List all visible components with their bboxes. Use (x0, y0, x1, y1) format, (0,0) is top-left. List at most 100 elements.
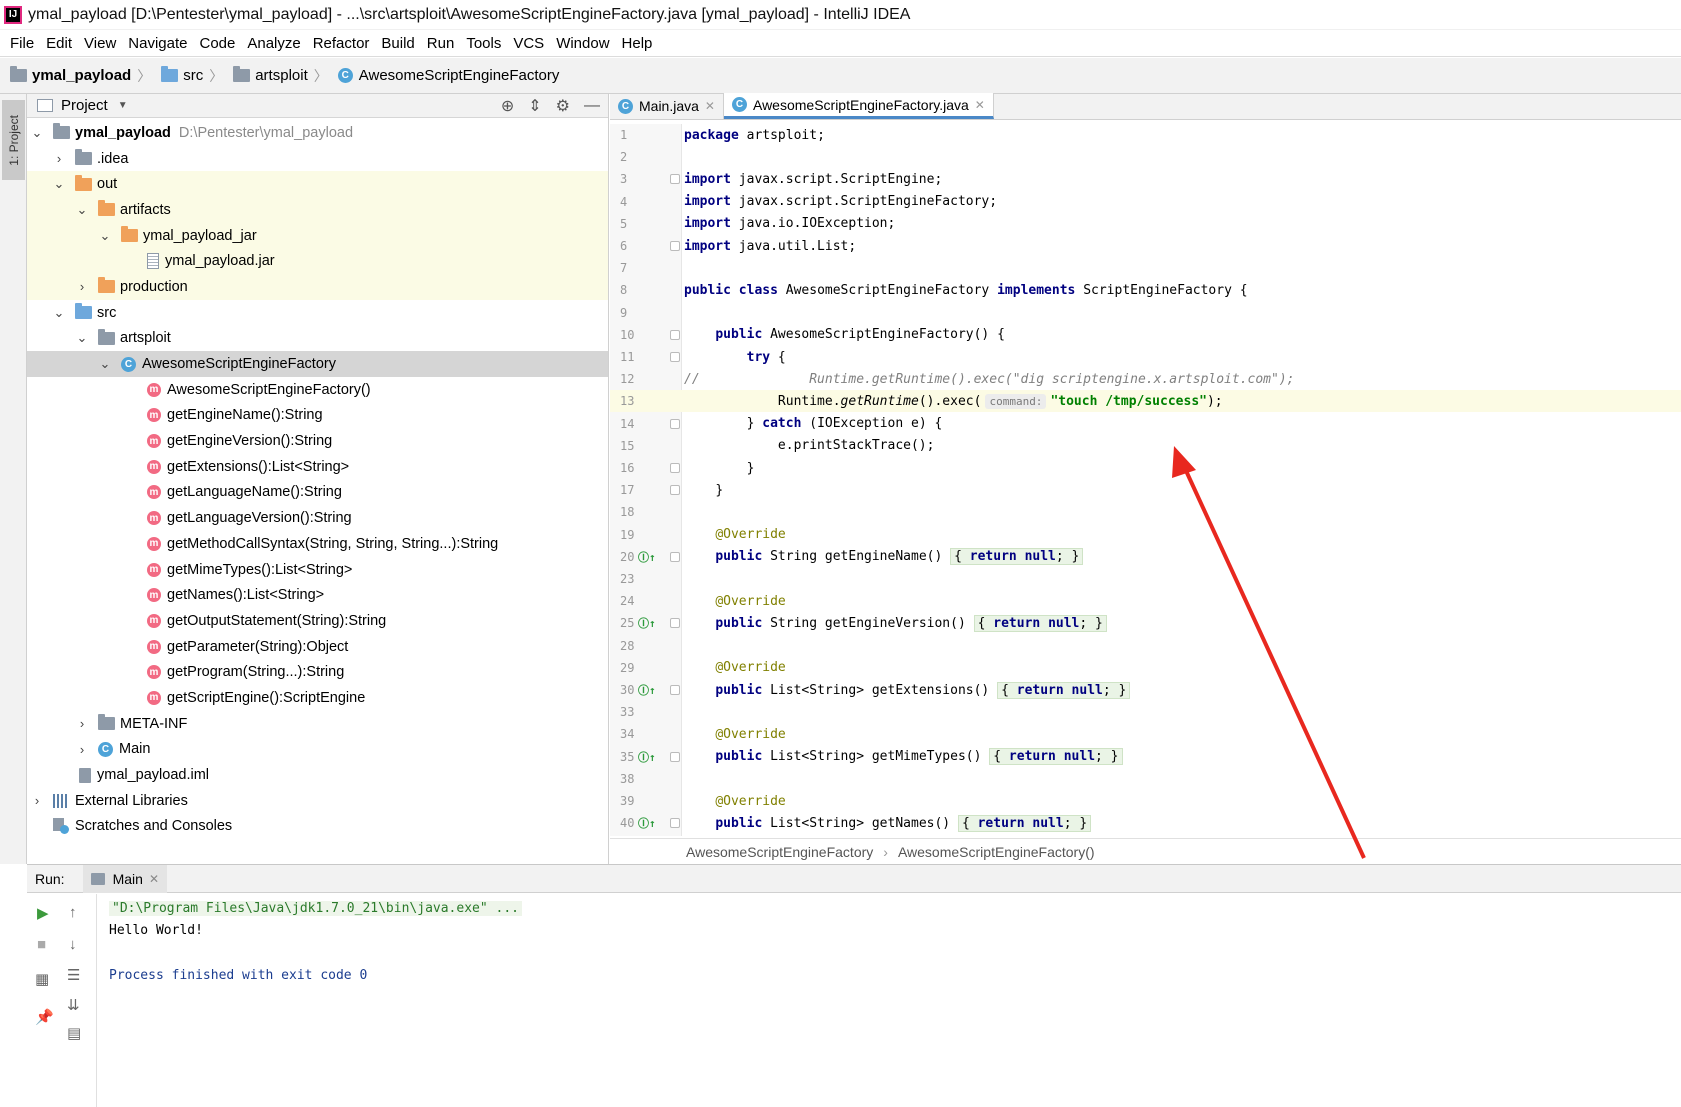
menu-tools[interactable]: Tools (460, 35, 507, 52)
chevron-down-icon[interactable]: ⌄ (76, 330, 88, 346)
folded-body[interactable]: { return null; } (957, 814, 1092, 832)
tree-item-method[interactable]: m getLanguageName():String (27, 480, 608, 506)
tree-item-out[interactable]: ⌄ out (27, 171, 608, 198)
close-icon[interactable]: ✕ (705, 99, 715, 113)
tree-item-idea[interactable]: › .idea (27, 146, 608, 172)
fold-marker-icon[interactable] (670, 685, 680, 695)
chevron-down-icon[interactable]: ▼ (118, 100, 128, 111)
nav-crumb-src[interactable]: src 〉 (161, 66, 227, 86)
editor-crumb-method[interactable]: AwesomeScriptEngineFactory() (898, 844, 1095, 860)
fold-marker-icon[interactable] (670, 329, 680, 340)
console-output[interactable]: "D:\Program Files\Java\jdk1.7.0_21\bin\j… (109, 897, 522, 987)
fold-marker-icon[interactable] (670, 485, 680, 496)
fold-marker-icon[interactable] (670, 418, 680, 429)
tree-item-jar-file[interactable]: ymal_payload.jar (27, 248, 608, 275)
chevron-down-icon[interactable]: ⌄ (99, 228, 111, 244)
minimize-icon[interactable]: — (584, 97, 600, 115)
tree-item-class-selected[interactable]: ⌄ C AwesomeScriptEngineFactory (27, 351, 608, 377)
menu-view[interactable]: View (78, 35, 122, 52)
menu-edit[interactable]: Edit (40, 35, 78, 52)
fold-marker-icon[interactable] (670, 618, 680, 629)
chevron-right-icon[interactable]: › (76, 279, 88, 294)
tree-item-method[interactable]: m getMethodCallSyntax(String, String, St… (27, 531, 608, 557)
tree-item-method[interactable]: m getOutputStatement(String):String (27, 608, 608, 634)
chevron-right-icon[interactable]: › (53, 151, 65, 166)
chevron-down-icon[interactable]: ⌄ (53, 176, 65, 192)
tab-main-java[interactable]: C Main.java ✕ (610, 93, 724, 119)
menu-refactor[interactable]: Refactor (307, 35, 376, 52)
fold-marker-icon[interactable] (670, 241, 680, 251)
nav-crumb-project[interactable]: ymal_payload 〉 (10, 66, 155, 86)
chevron-down-icon[interactable]: ⌄ (99, 356, 111, 372)
project-view-selector[interactable]: Project (61, 97, 108, 114)
tab-awesome-factory[interactable]: C AwesomeScriptEngineFactory.java ✕ (723, 93, 994, 119)
chevron-down-icon[interactable]: ⌄ (76, 202, 88, 218)
tree-item-method[interactable]: m getScriptEngine():ScriptEngine (27, 685, 608, 711)
chevron-down-icon[interactable]: ⌄ (53, 305, 65, 321)
menu-build[interactable]: Build (375, 35, 420, 52)
tree-item-artsploit[interactable]: ⌄ artsploit (27, 326, 608, 352)
scroll-to-end-icon[interactable]: ⇊ (67, 996, 80, 1014)
print-icon[interactable]: ▤ (67, 1024, 81, 1042)
soft-wrap-icon[interactable]: ☰ (67, 966, 80, 984)
chevron-right-icon[interactable]: › (31, 793, 43, 808)
menu-run[interactable]: Run (421, 35, 461, 52)
tree-item-method[interactable]: m getLanguageVersion():String (27, 505, 608, 531)
tree-item-main[interactable]: › C Main (27, 737, 608, 763)
menu-window[interactable]: Window (550, 35, 615, 52)
folded-body[interactable]: { return null; } (989, 748, 1123, 766)
chevron-right-icon[interactable]: › (76, 716, 88, 731)
down-arrow-icon[interactable]: ↓ (69, 936, 77, 953)
menu-analyze[interactable]: Analyze (241, 35, 306, 52)
editor-crumb-class[interactable]: AwesomeScriptEngineFactory (686, 844, 873, 860)
implements-method-icon[interactable]: Ⓘ↑ (638, 815, 656, 831)
implements-method-icon[interactable]: Ⓘ↑ (638, 682, 656, 698)
menu-help[interactable]: Help (616, 35, 659, 52)
tree-item-method[interactable]: m getProgram(String...):String (27, 659, 608, 685)
implements-method-icon[interactable]: Ⓘ↑ (638, 549, 656, 565)
chevron-down-icon[interactable]: ⌄ (31, 125, 43, 141)
implements-method-icon[interactable]: Ⓘ↑ (638, 749, 656, 765)
run-tab-main[interactable]: Main ✕ (82, 864, 167, 893)
menu-file[interactable]: File (4, 35, 40, 52)
fold-marker-icon[interactable] (670, 551, 680, 562)
folded-body[interactable]: { return null; } (997, 681, 1131, 699)
implements-method-icon[interactable]: Ⓘ↑ (638, 615, 656, 631)
stop-icon[interactable]: ■ (37, 936, 46, 953)
chevron-right-icon[interactable]: › (76, 742, 88, 757)
code-area[interactable]: 1 package artsploit; 2 3 import javax.sc… (610, 124, 1681, 836)
menu-code[interactable]: Code (193, 35, 241, 52)
fold-marker-icon[interactable] (670, 751, 680, 762)
folded-body[interactable]: { return null; } (950, 548, 1084, 566)
layout-icon[interactable]: ▦ (35, 970, 49, 988)
tree-item-scratches[interactable]: Scratches and Consoles (27, 814, 608, 840)
tree-item-ymal-payload-jar[interactable]: ⌄ ymal_payload_jar (27, 222, 608, 249)
collapse-icon[interactable]: ⇕ (528, 96, 541, 116)
tree-item-method[interactable]: m getEngineName():String (27, 403, 608, 429)
fold-marker-icon[interactable] (670, 174, 680, 185)
fold-marker-icon[interactable] (670, 818, 680, 829)
tree-item-ymal-payload[interactable]: ⌄ ymal_payload D:\Pentester\ymal_payload (27, 120, 608, 146)
pin-icon[interactable]: 📌 (35, 1008, 54, 1026)
tree-item-src[interactable]: ⌄ src (27, 300, 608, 326)
target-icon[interactable]: ⊕ (501, 96, 514, 116)
tree-item-iml[interactable]: ymal_payload.iml (27, 762, 608, 788)
run-icon[interactable]: ▶ (37, 904, 49, 922)
close-icon[interactable]: ✕ (149, 872, 159, 886)
tree-item-method[interactable]: m getExtensions():List<String> (27, 454, 608, 480)
tree-item-method[interactable]: m getEngineVersion():String (27, 428, 608, 454)
folded-body[interactable]: { return null; } (973, 614, 1107, 632)
gear-icon[interactable]: ⚙ (556, 96, 570, 116)
tree-item-method[interactable]: m getParameter(String):Object (27, 634, 608, 660)
tree-item-method[interactable]: m AwesomeScriptEngineFactory() (27, 377, 608, 403)
fold-marker-icon[interactable] (670, 352, 680, 362)
nav-crumb-package[interactable]: artsploit 〉 (233, 66, 332, 86)
close-icon[interactable]: ✕ (975, 98, 985, 112)
up-arrow-icon[interactable]: ↑ (69, 904, 77, 921)
tree-item-method[interactable]: m getMimeTypes():List<String> (27, 557, 608, 583)
tree-item-external-libraries[interactable]: › External Libraries (27, 788, 608, 814)
menu-vcs[interactable]: VCS (507, 35, 550, 52)
tree-item-method[interactable]: m getNames():List<String> (27, 582, 608, 608)
menu-navigate[interactable]: Navigate (122, 35, 193, 52)
project-tool-tab[interactable]: 1: Project (2, 100, 25, 180)
